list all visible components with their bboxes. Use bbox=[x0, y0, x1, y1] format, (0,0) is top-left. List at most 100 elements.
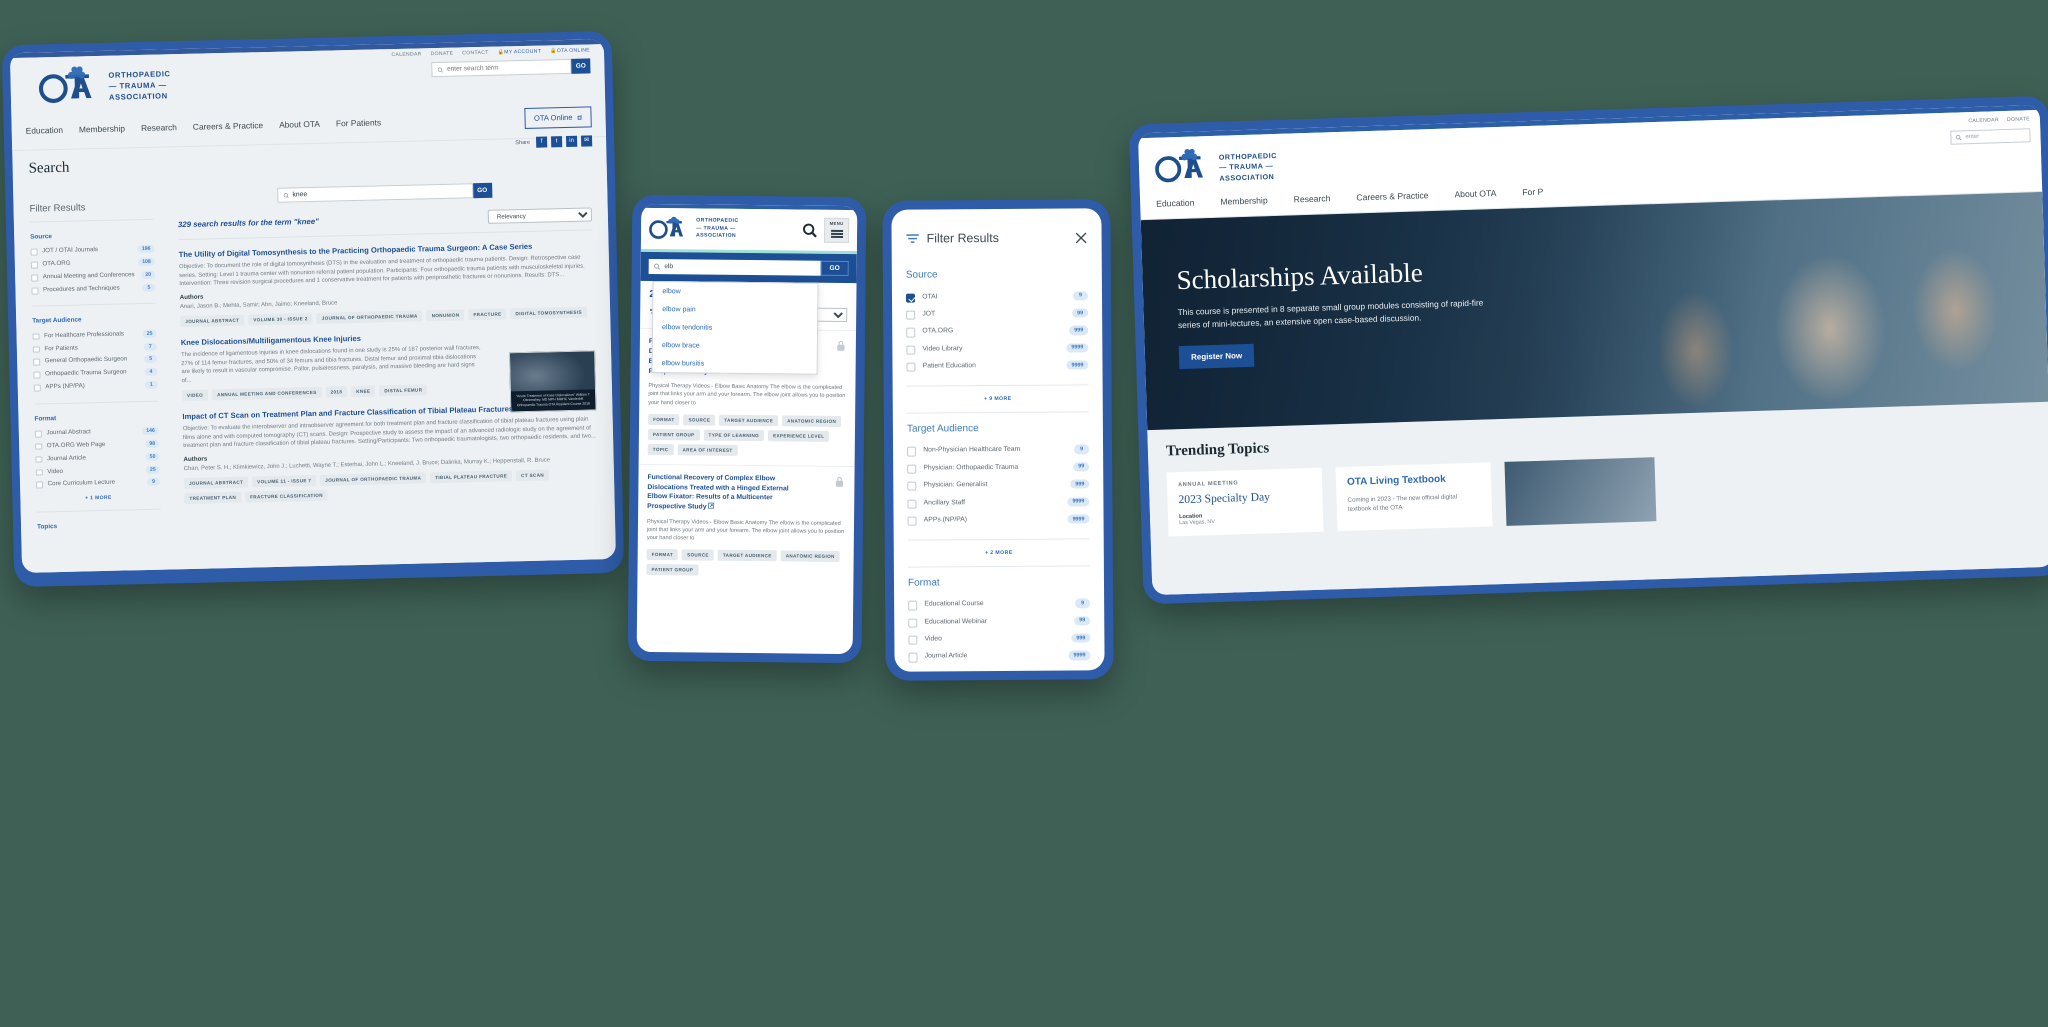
mobile-search-go-button[interactable]: GO bbox=[820, 260, 849, 277]
header-search-input[interactable] bbox=[446, 62, 566, 73]
facebook-icon[interactable]: f bbox=[536, 136, 548, 148]
checkbox[interactable] bbox=[33, 371, 41, 379]
result-item[interactable]: Impact of CT Scan on Treatment Plan and … bbox=[182, 403, 598, 505]
checkbox[interactable] bbox=[907, 499, 917, 509]
filter-row[interactable]: Video 999 bbox=[908, 630, 1091, 649]
mobile-search-box[interactable] bbox=[648, 258, 821, 276]
tag[interactable]: TIBIAL PLATEAU FRACTURE bbox=[430, 470, 513, 484]
checkbox[interactable] bbox=[31, 287, 39, 295]
tag[interactable]: PATIENT GROUP bbox=[647, 428, 700, 441]
nav-careers-practice[interactable]: Careers & Practice bbox=[193, 119, 279, 132]
nav-membership[interactable]: Membership bbox=[79, 123, 141, 134]
tag[interactable]: FORMAT bbox=[646, 549, 679, 561]
filter-row[interactable]: Educational Webinar 99 bbox=[908, 612, 1091, 631]
utility-link-ota-online[interactable]: 🔒OTA ONLINE bbox=[550, 47, 590, 54]
filter-row[interactable]: Ancillary Staff 9999 bbox=[907, 493, 1090, 512]
filter-row[interactable]: Educational Course 9 bbox=[908, 595, 1091, 614]
filter-show-more[interactable]: + 1 MORE bbox=[36, 488, 160, 502]
filter-row[interactable]: APPs (NP/PA) 1 bbox=[33, 378, 158, 394]
tag[interactable]: VIDEO bbox=[181, 389, 209, 402]
checkbox[interactable] bbox=[907, 516, 917, 526]
tag[interactable]: SOURCE bbox=[682, 549, 714, 562]
filter-row[interactable]: Physician: Orthopaedic Trauma 99 bbox=[907, 459, 1090, 478]
tag[interactable]: TYPE OF LEARNING bbox=[703, 429, 765, 441]
email-icon[interactable]: ✉ bbox=[580, 135, 593, 147]
filter-row[interactable]: Journal Article 9999 bbox=[908, 647, 1091, 666]
tag[interactable]: DIGITAL TOMOSYNTHESIS bbox=[510, 306, 587, 320]
nav-for-patients[interactable]: For P bbox=[1522, 186, 1569, 198]
tag[interactable]: TARGET AUDIENCE bbox=[719, 414, 779, 427]
trending-card[interactable]: ANNUAL MEETING 2023 Specialty Day Locati… bbox=[1166, 467, 1324, 537]
tag[interactable]: AREA OF INTEREST bbox=[677, 443, 738, 456]
search-input[interactable] bbox=[292, 187, 467, 199]
suggestion-item[interactable]: elbow bbox=[653, 282, 817, 302]
tag[interactable]: ANATOMIC REGION bbox=[782, 415, 842, 427]
twitter-icon[interactable]: t bbox=[550, 136, 563, 148]
close-icon[interactable] bbox=[1075, 231, 1088, 244]
checkbox[interactable] bbox=[907, 447, 917, 457]
tag[interactable]: VOLUME 30 - ISSUE 2 bbox=[248, 312, 313, 326]
mobile-result-item[interactable]: Functional Recovery of Complex Elbow Dis… bbox=[637, 463, 855, 587]
search-go-button[interactable]: GO bbox=[472, 182, 492, 199]
checkbox[interactable] bbox=[30, 248, 38, 256]
filter-row[interactable]: OTA.ORG 999 bbox=[906, 322, 1089, 341]
nav-for-patients[interactable]: For Patients bbox=[336, 116, 397, 128]
suggestion-item[interactable]: elbow bursitis bbox=[653, 354, 817, 374]
filter-row[interactable]: Physician: Generalist 999 bbox=[907, 476, 1090, 495]
checkbox[interactable] bbox=[32, 333, 40, 340]
tag[interactable]: ANNUAL MEETING AND CONFERENCES bbox=[211, 387, 322, 401]
search-icon[interactable] bbox=[802, 223, 817, 238]
checkbox[interactable] bbox=[34, 430, 42, 438]
checkbox[interactable] bbox=[908, 600, 918, 611]
suggestion-item[interactable]: elbow brace bbox=[653, 336, 817, 356]
mobile-result-title[interactable]: Functional Recovery of Complex Elbow Dis… bbox=[647, 473, 799, 514]
ota-logo-mark[interactable] bbox=[1154, 148, 1211, 187]
checkbox[interactable] bbox=[33, 358, 40, 366]
tag[interactable]: NONUNION bbox=[426, 309, 465, 322]
filter-show-more[interactable]: + 2 MORE bbox=[908, 549, 1090, 556]
nav-about-ota[interactable]: About OTA bbox=[1454, 187, 1522, 199]
tag[interactable]: PATIENT GROUP bbox=[646, 564, 699, 576]
result-item[interactable]: The Utility of Digital Tomosynthesis to … bbox=[179, 240, 595, 328]
suggestion-item[interactable]: elbow tendonitis bbox=[653, 318, 817, 338]
filter-row[interactable]: Non-Physician Healthcare Team 9 bbox=[907, 441, 1090, 460]
tag[interactable]: ANATOMIC REGION bbox=[780, 550, 840, 563]
tag[interactable]: EXPERIENCE LEVEL bbox=[768, 429, 830, 442]
filter-show-more[interactable]: + 9 MORE bbox=[907, 395, 1089, 402]
checkbox[interactable] bbox=[908, 653, 918, 663]
nav-careers-practice[interactable]: Careers & Practice bbox=[1356, 189, 1454, 202]
checkbox[interactable] bbox=[35, 468, 43, 476]
tag[interactable]: FRACTURE bbox=[468, 308, 507, 321]
utility-link-calendar[interactable]: CALENDAR bbox=[391, 51, 421, 58]
tag[interactable]: FORMAT bbox=[648, 413, 680, 425]
register-now-button[interactable]: Register Now bbox=[1178, 343, 1255, 370]
checkbox[interactable] bbox=[908, 618, 918, 628]
checkbox[interactable] bbox=[35, 443, 42, 451]
checkbox[interactable] bbox=[31, 274, 38, 282]
ota-logo-mark[interactable] bbox=[649, 215, 689, 242]
checkbox[interactable] bbox=[906, 345, 916, 355]
nav-membership[interactable]: Membership bbox=[1220, 194, 1294, 206]
filter-row[interactable]: Patient Education 9999 bbox=[906, 357, 1089, 376]
mobile-search-input[interactable] bbox=[664, 263, 816, 272]
tag[interactable]: JOURNAL ABSTRACT bbox=[180, 314, 245, 328]
checkbox[interactable] bbox=[35, 481, 43, 489]
nav-research[interactable]: Research bbox=[141, 121, 193, 133]
checkbox[interactable] bbox=[33, 384, 41, 392]
checkbox[interactable] bbox=[35, 456, 43, 463]
tag[interactable]: DISTAL FEMUR bbox=[379, 384, 428, 397]
tag[interactable]: TREATMENT PLAN bbox=[184, 491, 242, 505]
card-title[interactable]: OTA Living Textbook bbox=[1347, 473, 1480, 488]
utility-link-donate[interactable]: DONATE bbox=[431, 51, 454, 58]
checkbox[interactable] bbox=[907, 464, 917, 474]
utility-link-calendar[interactable]: CALENDAR bbox=[1968, 117, 1999, 124]
checkbox[interactable] bbox=[908, 635, 918, 645]
nav-education[interactable]: Education bbox=[1156, 197, 1221, 209]
tag[interactable]: JOURNAL ABSTRACT bbox=[183, 476, 249, 490]
utility-link-contact[interactable]: CONTACT bbox=[462, 50, 488, 57]
result-item[interactable]: Knee Dislocations/Multiligamentous Knee … bbox=[181, 328, 597, 413]
utility-link-donate[interactable]: DONATE bbox=[2007, 116, 2030, 123]
tag[interactable]: KNEE bbox=[351, 385, 376, 398]
checkbox[interactable] bbox=[32, 346, 40, 353]
tag[interactable]: FRACTURE CLASSIFICATION bbox=[244, 489, 328, 503]
